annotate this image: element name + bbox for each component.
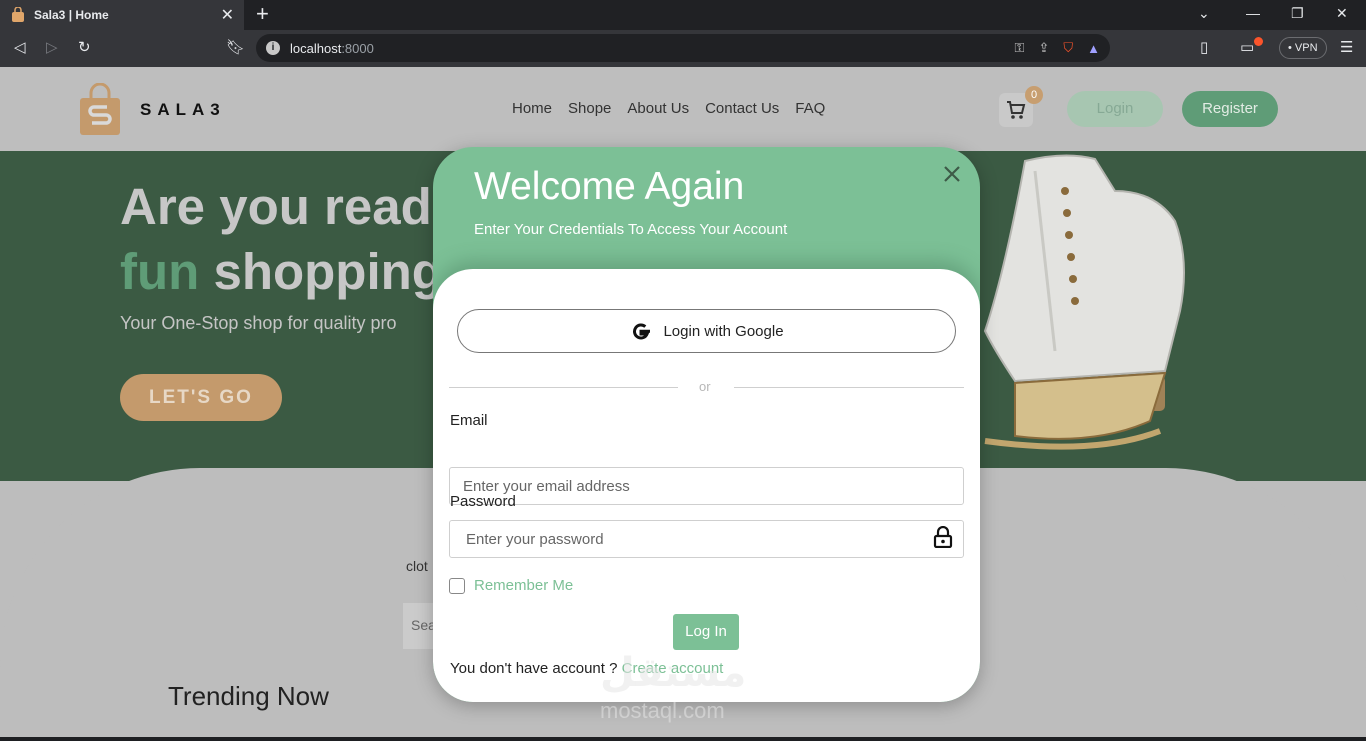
browser-tab-active[interactable]: Sala3 | Home ✕ [0,0,244,30]
hero-headline-rest: shopping [199,243,443,300]
or-divider: or [449,379,964,394]
sidebar-icon[interactable]: ▯ [1200,38,1208,58]
lock-icon[interactable] [933,526,953,548]
tab-title: Sala3 | Home [34,8,109,22]
remember-me-label[interactable]: Remember Me [474,577,573,594]
window-close-icon[interactable]: ✕ [1336,5,1348,22]
password-field[interactable] [449,520,964,558]
address-bar[interactable]: i localhost :8000 ⚿ ⇪ ⛉ ▲ [256,34,1110,62]
minimize-icon[interactable]: — [1246,5,1260,21]
main-nav: Home Shope About Us Contact Us FAQ [512,100,825,117]
signup-prompt: You don't have account ? [450,660,622,677]
bookmark-icon[interactable]: 🔖︎ [226,38,245,58]
maximize-icon[interactable]: ❐ [1291,5,1304,22]
remember-me-checkbox[interactable] [449,577,465,594]
header-register-button[interactable]: Register [1182,91,1278,127]
close-tab-icon[interactable]: ✕ [221,5,234,25]
wallet-badge [1254,37,1263,46]
remember-me-row[interactable]: Remember Me [449,577,573,594]
password-label: Password [450,493,516,510]
wallet-icon[interactable]: ▭ [1240,38,1254,58]
nav-home[interactable]: Home [512,100,552,117]
hero-subtitle: Your One-Stop shop for quality pro [120,313,397,333]
new-tab-button[interactable]: + [256,3,269,25]
modal-subtitle: Enter Your Credentials To Access Your Ac… [474,221,788,238]
nav-faq[interactable]: FAQ [795,100,825,117]
nav-contact-us[interactable]: Contact Us [705,100,779,117]
login-form: Login with Google or Email Password Reme… [433,269,980,702]
ice-skate-image [983,154,1185,450]
site-info-icon[interactable]: i [266,41,280,55]
mostaql-watermark: مستقل mostaql.com [600,650,770,730]
hero-headline-line1: Are you read [120,178,432,235]
menu-icon[interactable]: ☰ [1340,38,1353,58]
url-host: localhost [290,40,342,56]
google-button-label: Login with Google [663,322,784,340]
brave-rewards-icon[interactable]: ▲ [1087,41,1100,56]
key-icon[interactable]: ⚿ [1015,40,1025,56]
divider-text: or [699,379,711,394]
reload-icon[interactable]: ↻ [78,38,91,58]
watermark-latin: mostaql.com [600,698,725,723]
log-in-button[interactable]: Log In [673,614,739,650]
shopping-bag-logo-icon[interactable] [80,83,120,135]
vpn-button[interactable]: • VPN [1279,37,1327,59]
logo-text[interactable]: SALA3 [140,100,226,120]
nav-shope[interactable]: Shope [568,100,611,117]
browser-tab-bar: Sala3 | Home ✕ + ⌄ — ❐ ✕ [0,0,1366,30]
lets-go-button[interactable]: LET'S GO [120,374,282,421]
header-login-button[interactable]: Login [1067,91,1163,127]
back-icon[interactable]: ◁ [14,38,26,58]
forward-icon[interactable]: ▷ [46,38,58,58]
browser-toolbar: ◁ ▷ ↻ 🔖︎ i localhost :8000 ⚿ ⇪ ⛉ ▲ ▯ ▭ •… [0,30,1366,67]
close-icon[interactable] [941,163,963,185]
category-text-partial: clot [406,558,428,574]
hero-accent-word: fun [120,243,200,300]
page-viewport: SALA3 Home Shope About Us Contact Us FAQ… [0,67,1366,737]
cart-icon [1007,101,1026,119]
email-field[interactable] [449,467,964,505]
tab-search-icon[interactable]: ⌄ [1198,5,1210,22]
site-header: SALA3 Home Shope About Us Contact Us FAQ… [0,67,1366,151]
modal-title: Welcome Again [474,165,745,208]
url-port: :8000 [341,40,374,56]
login-modal: Welcome Again Enter Your Credentials To … [433,147,980,702]
email-label: Email [450,412,488,429]
cart-count-badge: 0 [1025,86,1043,104]
share-icon[interactable]: ⇪ [1038,40,1049,56]
brave-shield-icon[interactable]: ⛉ [1063,40,1073,56]
hero-headline-line2: fun shopping [120,242,443,301]
login-with-google-button[interactable]: Login with Google [457,309,956,353]
favicon-icon [12,7,24,22]
nav-about-us[interactable]: About Us [627,100,689,117]
google-icon [633,323,651,340]
window-bottom-edge [0,737,1366,741]
trending-heading: Trending Now [168,681,329,711]
watermark-arabic: مستقل [600,651,747,695]
